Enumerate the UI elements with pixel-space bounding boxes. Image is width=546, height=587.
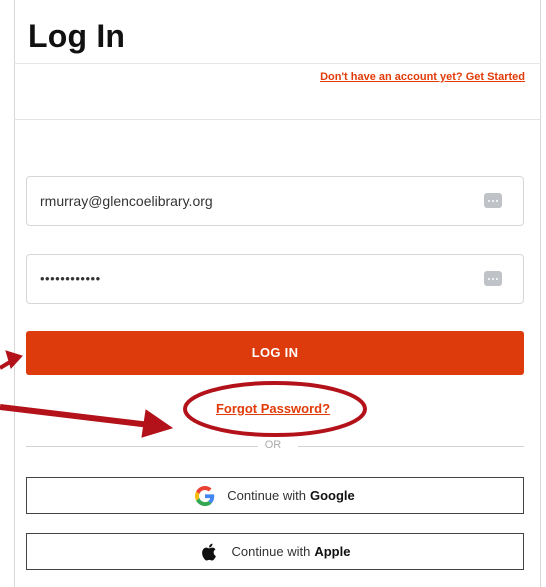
email-field[interactable]: rmurray@glencoelibrary.org [26, 176, 524, 226]
page-title: Log In [28, 18, 126, 54]
or-divider-right [298, 446, 524, 447]
password-manager-icon[interactable] [484, 271, 502, 286]
google-button-prefix: Continue with [227, 488, 306, 503]
email-value: rmurray@glencoelibrary.org [40, 193, 213, 209]
apple-icon [201, 543, 216, 560]
password-field[interactable]: •••••••••••• [26, 254, 524, 304]
google-button-provider: Google [310, 488, 355, 503]
divider [14, 119, 541, 120]
login-button[interactable]: LOG IN [26, 331, 524, 375]
apple-signin-button[interactable]: Continue with Apple [26, 533, 524, 570]
apple-button-prefix: Continue with [231, 544, 311, 559]
password-value: •••••••••••• [40, 271, 101, 286]
annotation-arrow-login [0, 360, 12, 370]
google-icon [195, 485, 215, 506]
apple-button-provider: Apple [314, 544, 351, 559]
forgot-password-link[interactable]: Forgot Password? [0, 401, 546, 416]
or-separator: OR [264, 439, 282, 451]
password-manager-icon[interactable] [484, 193, 502, 208]
signup-link[interactable]: Don't have an account yet? Get Started [320, 71, 525, 83]
google-signin-button[interactable]: Continue with Google [26, 477, 524, 514]
divider [14, 63, 541, 64]
